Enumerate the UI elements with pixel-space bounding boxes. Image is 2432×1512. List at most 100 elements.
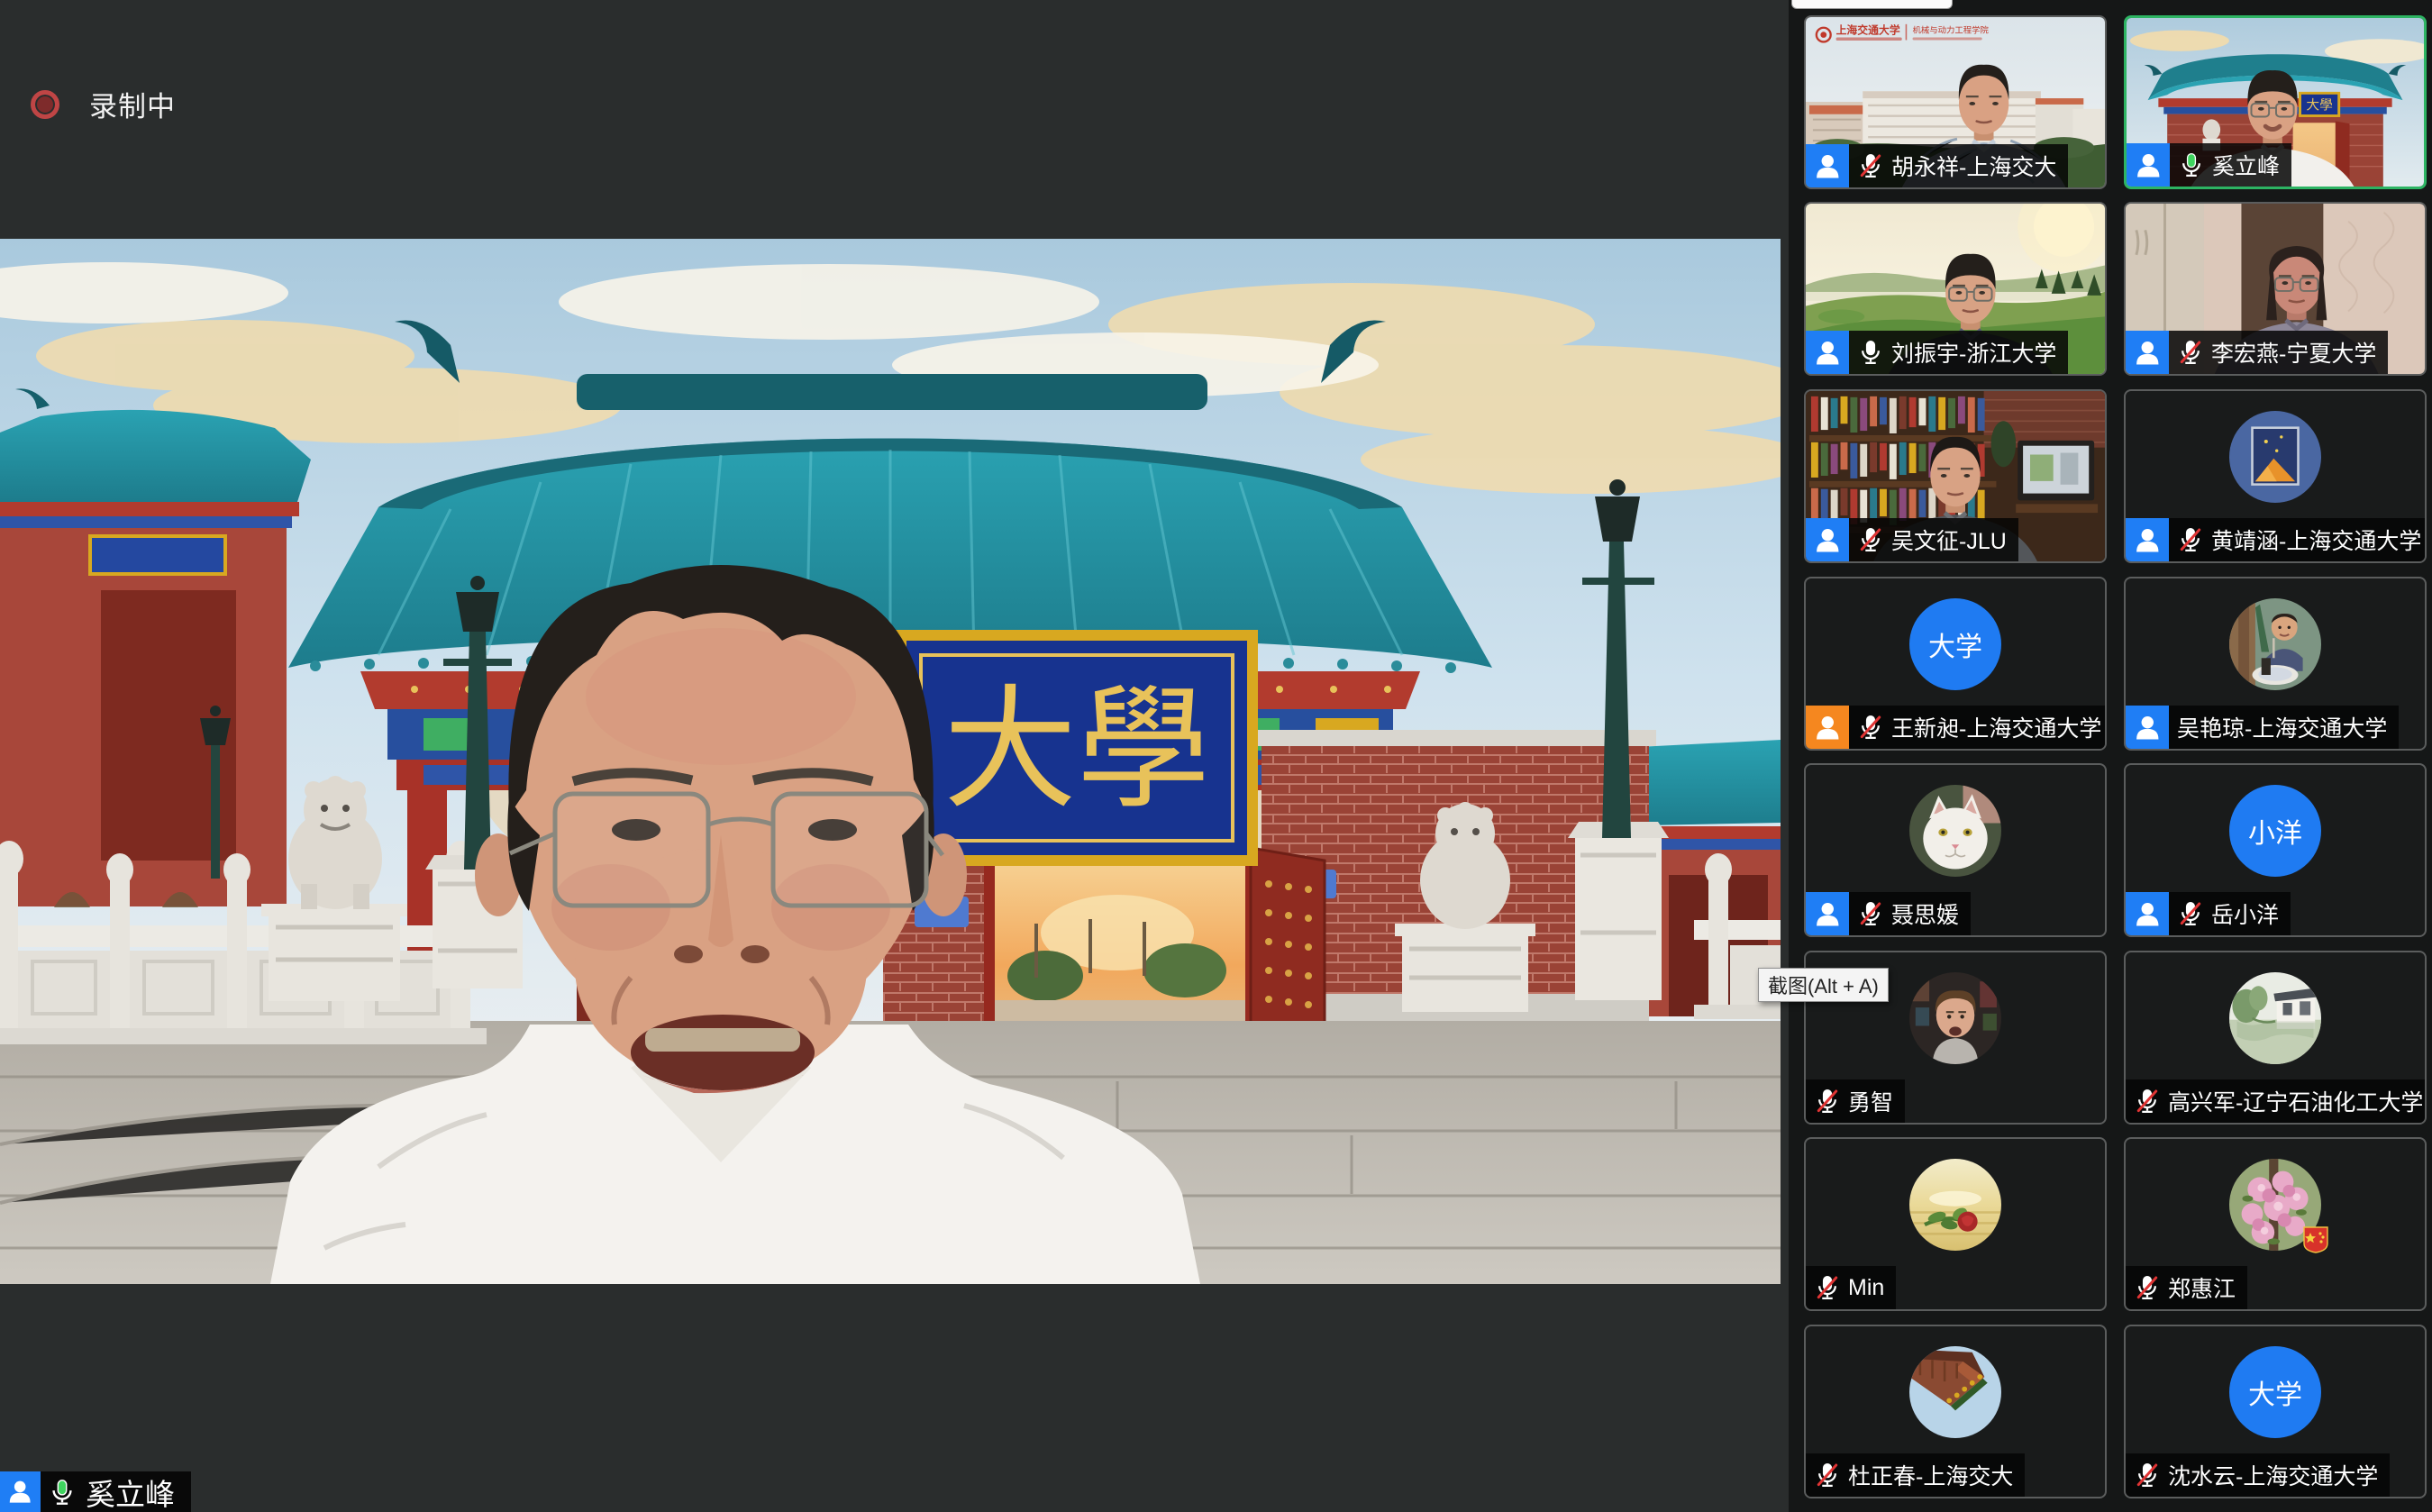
participant-tile[interactable]: 吴艳琼-上海交通大学 — [2124, 577, 2427, 751]
avatar: 小洋 — [2229, 785, 2321, 877]
participant-tile[interactable]: 大学王新昶-上海交通大学 — [1804, 577, 2107, 751]
recording-label: 录制中 — [89, 84, 176, 124]
avatar-initials: 大学 — [1928, 624, 1982, 664]
participant-nameplate: 吴艳琼-上海交通大学 — [2126, 706, 2399, 749]
avatar-initials: 大学 — [2248, 1372, 2302, 1412]
avatar-photo-canal — [2229, 972, 2321, 1064]
person-badge — [2126, 331, 2169, 374]
participant-tile[interactable]: 杜正春-上海交大 — [1804, 1325, 2107, 1498]
participant-name: 聂思媛 — [1891, 897, 1959, 930]
participants-sidebar[interactable]: 上海交通大学 机械与动力工程学院胡永祥-上海交大 大學奚立峰刘振宇-浙江大学 李宏燕-… — [1789, 0, 2432, 1512]
participant-name: 吴艳琼-上海交通大学 — [2177, 711, 2387, 743]
mic-muted-icon — [2177, 526, 2204, 553]
mic-speaking-icon — [48, 1478, 77, 1507]
avatar: 大学 — [1909, 598, 2001, 690]
participant-name: 胡永祥-上海交大 — [1891, 150, 2056, 182]
person-badge — [2126, 892, 2169, 935]
participant-name: 岳小洋 — [2211, 897, 2279, 930]
avatar-photo-eave — [1909, 1346, 2001, 1438]
mic-muted-icon — [2177, 339, 2204, 366]
participant-tile[interactable]: 刘振宇-浙江大学 — [1804, 202, 2107, 376]
participant-tile[interactable]: 大学沈水云-上海交通大学 — [2124, 1325, 2427, 1498]
participant-nameplate: 杜正春-上海交大 — [1806, 1453, 2025, 1497]
meeting-window: 录制中 — [0, 0, 2432, 1512]
participant-name: 李宏燕-宁夏大学 — [2211, 336, 2376, 369]
participant-tile[interactable]: 李宏燕-宁夏大学 — [2124, 202, 2427, 376]
svg-text:机械与动力工程学院: 机械与动力工程学院 — [1913, 25, 1989, 35]
main-speaker-name: 奚立峰 — [86, 1471, 175, 1512]
svg-text:大學: 大學 — [2306, 97, 2332, 114]
avatar-area — [2126, 578, 2425, 709]
mic-muted-icon — [2134, 1462, 2161, 1489]
person-badge — [1806, 518, 1849, 561]
person-badge — [1806, 144, 1849, 187]
avatar-area — [2126, 1139, 2425, 1270]
avatar-area — [1806, 1139, 2105, 1270]
participant-name: 沈水云-上海交通大学 — [2168, 1459, 2378, 1491]
participant-tile[interactable]: Min — [1804, 1137, 2107, 1311]
avatar-area: 大学 — [2126, 1326, 2425, 1457]
participant-name: 勇智 — [1848, 1085, 1893, 1117]
mic-muted-icon — [1814, 1274, 1841, 1301]
participant-nameplate: 聂思媛 — [1806, 892, 1971, 935]
participant-nameplate: 奚立峰 — [2127, 143, 2291, 187]
avatar-photo-rose — [1909, 1159, 2001, 1251]
avatar-picture-night — [2229, 411, 2321, 503]
mic-muted-icon — [2134, 1088, 2161, 1115]
participant-nameplate: 黄靖涵-上海交通大学 — [2126, 518, 2427, 561]
participant-tile[interactable]: 上海交通大学 机械与动力工程学院胡永祥-上海交大 — [1804, 15, 2107, 189]
participant-tile[interactable]: 大學奚立峰 — [2124, 15, 2427, 189]
avatar-area — [2126, 952, 2425, 1083]
mic-muted-icon — [1857, 152, 1884, 179]
mic-muted-icon — [1857, 526, 1884, 553]
person-badge — [2126, 518, 2169, 561]
mic-muted-icon — [2177, 900, 2204, 927]
avatar-photo-cat — [1909, 785, 2001, 877]
participant-tile[interactable]: 高兴军-辽宁石油化工大学 — [2124, 951, 2427, 1125]
main-stage-region: 录制中 — [0, 0, 1789, 1512]
participant-nameplate: 王新昶-上海交通大学 — [1806, 706, 2107, 749]
avatar-area: 大学 — [1806, 578, 2105, 709]
mic-speaking-icon — [2178, 151, 2205, 178]
participant-nameplate: 郑惠江 — [2126, 1266, 2247, 1309]
virtual-background-gate-scene: 大學 — [0, 239, 1781, 1284]
svg-text:上海交通大学: 上海交通大学 — [1836, 24, 1900, 37]
avatar: 大学 — [2229, 1346, 2321, 1438]
participant-tile[interactable]: 郑惠江 — [2124, 1137, 2427, 1311]
mic-muted-icon — [1857, 900, 1884, 927]
svg-text:大學: 大學 — [943, 676, 1210, 824]
participant-nameplate: 高兴军-辽宁石油化工大学 — [2126, 1079, 2427, 1123]
top-window-edge — [1791, 0, 1953, 9]
avatar-area: 小洋 — [2126, 765, 2425, 896]
mic-muted-icon — [2134, 1274, 2161, 1301]
mic-muted-icon — [1814, 1088, 1841, 1115]
avatar-photo-boy — [2229, 598, 2321, 690]
person-badge — [2127, 143, 2170, 187]
participant-name: 奚立峰 — [2212, 149, 2280, 181]
participant-name: 吴文征-JLU — [1891, 524, 2007, 556]
participant-nameplate: 岳小洋 — [2126, 892, 2291, 935]
participant-name: 高兴军-辽宁石油化工大学 — [2168, 1085, 2423, 1117]
avatar-photo-person — [1909, 972, 2001, 1064]
avatar-area — [1806, 1326, 2105, 1457]
participant-tile[interactable]: 聂思媛 — [1804, 763, 2107, 937]
participant-name: 刘振宇-浙江大学 — [1891, 336, 2056, 369]
mic-muted-icon — [1857, 714, 1884, 741]
participant-nameplate: 李宏燕-宁夏大学 — [2126, 331, 2388, 374]
participant-nameplate: 吴文征-JLU — [1806, 518, 2018, 561]
recording-indicator: 录制中 — [31, 84, 176, 124]
main-speaker-video[interactable]: 大學 — [0, 239, 1781, 1284]
participant-nameplate: Min — [1806, 1266, 1896, 1309]
flag-badge-icon — [2302, 1225, 2329, 1254]
participant-name: 杜正春-上海交大 — [1848, 1459, 2013, 1491]
participant-nameplate: 勇智 — [1806, 1079, 1905, 1123]
avatar-area — [1806, 765, 2105, 896]
participant-tile[interactable]: 小洋岳小洋 — [2124, 763, 2427, 937]
participant-name: 黄靖涵-上海交通大学 — [2211, 524, 2421, 556]
main-speaker-nameplate: 奚立峰 — [0, 1471, 191, 1512]
mic-on-icon — [1857, 339, 1884, 366]
participant-tile[interactable]: 黄靖涵-上海交通大学 — [2124, 389, 2427, 563]
participant-tile[interactable]: 吴文征-JLU — [1804, 389, 2107, 563]
person-badge — [0, 1471, 41, 1512]
screenshot-tooltip-label: 截图(Alt + A) — [1768, 970, 1879, 999]
